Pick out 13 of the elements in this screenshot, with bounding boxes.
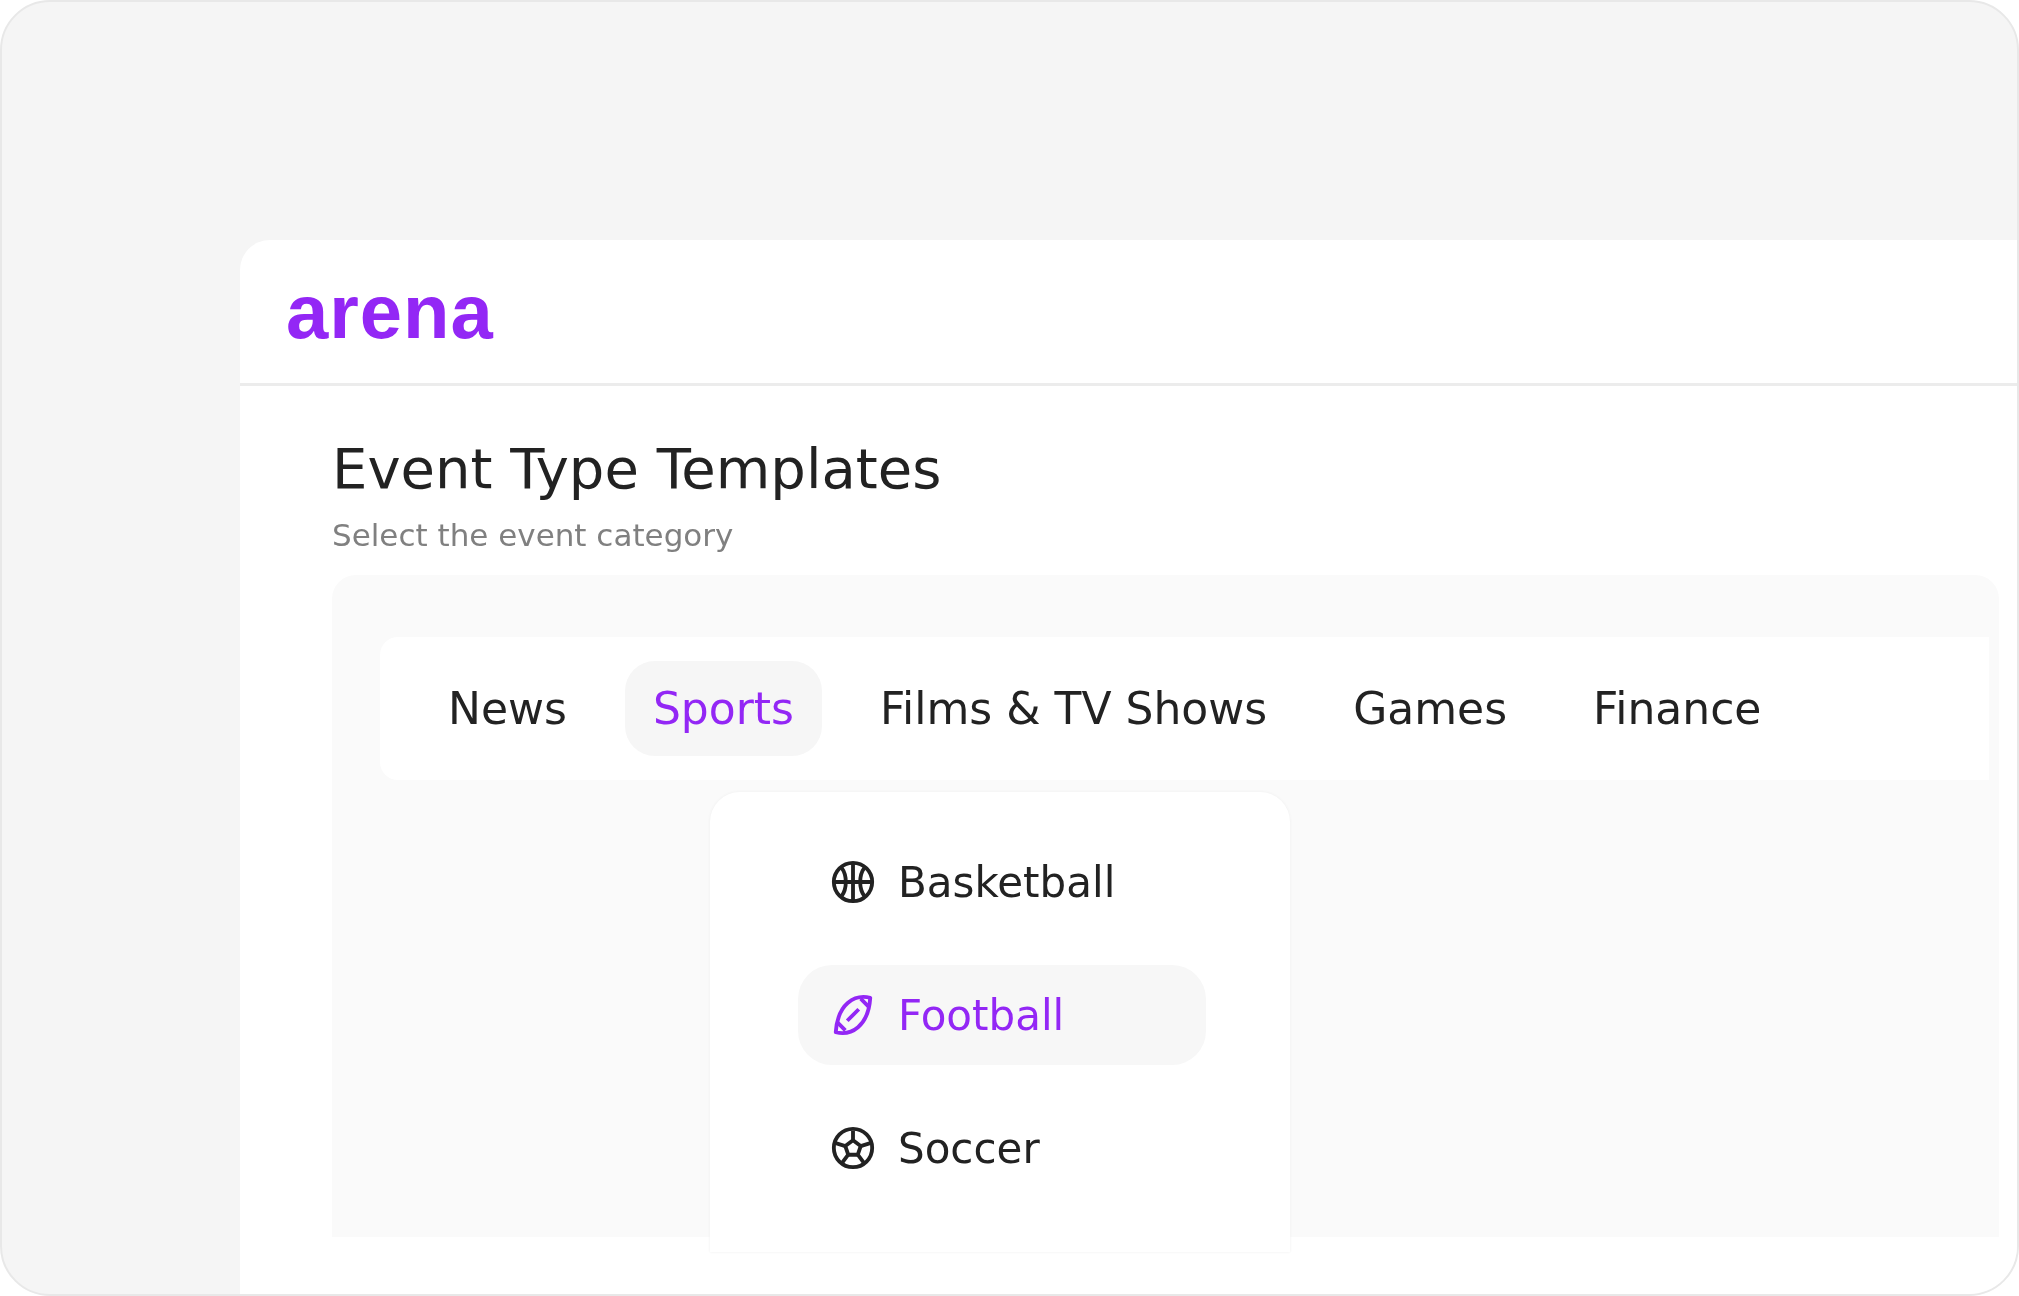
category-tab[interactable]: Sports <box>624 661 822 756</box>
menu-item[interactable]: Football <box>798 965 1206 1065</box>
category-tab[interactable]: Finance <box>1565 661 1790 756</box>
menu-item[interactable]: Basketball <box>798 832 1206 932</box>
category-tab[interactable]: Games <box>1325 661 1536 756</box>
category-tab[interactable]: Films & TV Shows <box>851 661 1296 756</box>
logo: arena <box>286 268 494 355</box>
basketball-icon <box>830 859 876 905</box>
page-title: Event Type Templates <box>332 436 943 501</box>
soccer-ball-icon <box>830 1125 876 1171</box>
category-tab[interactable]: News <box>420 661 595 756</box>
page-subtitle: Select the event category <box>332 517 735 553</box>
menu-item[interactable]: Soccer <box>798 1098 1206 1198</box>
